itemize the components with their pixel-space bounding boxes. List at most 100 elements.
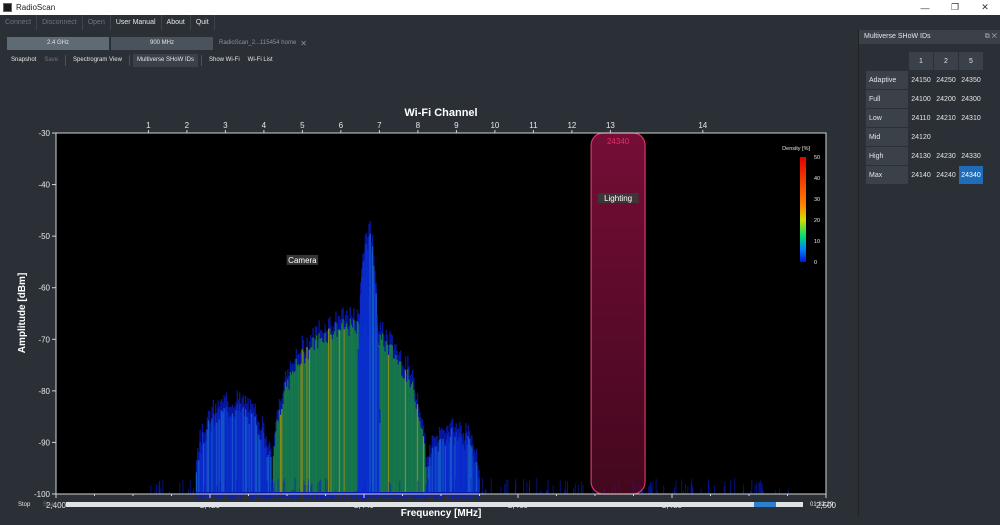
file-tab[interactable]: RadioScan_2...115454 home bbox=[219, 37, 296, 50]
column-header[interactable]: 1 bbox=[909, 52, 933, 70]
minimize-icon[interactable]: — bbox=[910, 0, 940, 15]
colorbar-label: Density [%] bbox=[782, 146, 810, 152]
signal-streak bbox=[280, 414, 282, 492]
spectrum-svg[interactable]: Wi-Fi Channel 24340 -30-40-50-60-70-80-9… bbox=[0, 72, 858, 520]
scan-progress-track[interactable] bbox=[66, 502, 803, 507]
close-icon[interactable]: ✕ bbox=[970, 0, 1000, 15]
signal-streak bbox=[424, 443, 426, 492]
scan-progress-thumb[interactable] bbox=[753, 502, 777, 507]
id-cell[interactable]: 24250 bbox=[934, 71, 958, 89]
menu-connect[interactable]: Connect bbox=[0, 15, 38, 30]
stop-button[interactable]: Stop bbox=[18, 502, 30, 508]
channel-tick-label: 4 bbox=[262, 121, 267, 130]
row-header[interactable]: Adaptive bbox=[866, 71, 908, 89]
column-header[interactable]: 5 bbox=[959, 52, 983, 70]
annotation-camera: Camera bbox=[286, 254, 319, 265]
signal-streak bbox=[284, 381, 287, 492]
menu-open[interactable]: Open bbox=[83, 15, 111, 30]
menu-disconnect[interactable]: Disconnect bbox=[37, 15, 83, 30]
id-cell[interactable]: 24110 bbox=[909, 109, 933, 127]
id-cell[interactable]: 24240 bbox=[934, 166, 958, 184]
noise-speck bbox=[294, 478, 296, 494]
menu-user-manual[interactable]: User Manual bbox=[111, 15, 162, 30]
signal-streak bbox=[319, 338, 321, 492]
maximize-icon[interactable]: ❐ bbox=[940, 0, 970, 15]
signal-streak bbox=[308, 349, 311, 492]
signal-streak bbox=[458, 437, 460, 492]
signal-streak bbox=[391, 345, 393, 492]
scan-button[interactable]: Scan bbox=[43, 502, 57, 508]
toolbar: Snapshot Save Spectrogram View Multivers… bbox=[7, 54, 277, 67]
noise-speck bbox=[324, 478, 326, 494]
id-cell[interactable]: 24120 bbox=[909, 128, 933, 146]
id-cell[interactable]: 24310 bbox=[959, 109, 983, 127]
id-cell[interactable] bbox=[934, 128, 958, 146]
row-header[interactable]: High bbox=[866, 147, 908, 165]
noise-speck bbox=[536, 478, 538, 494]
noise-speck bbox=[490, 478, 492, 494]
id-cell[interactable]: 24150 bbox=[909, 71, 933, 89]
id-cell[interactable]: 24300 bbox=[959, 90, 983, 108]
signal-streak bbox=[292, 371, 294, 492]
wifi-list-button[interactable]: Wi-Fi List bbox=[244, 54, 277, 67]
row-header[interactable]: Mid bbox=[866, 128, 908, 146]
signal-streak bbox=[384, 351, 386, 492]
id-cell[interactable]: 24230 bbox=[934, 147, 958, 165]
id-cell[interactable]: 24130 bbox=[909, 147, 933, 165]
spectrogram-view-button[interactable]: Spectrogram View bbox=[69, 54, 126, 67]
noise-speck bbox=[266, 480, 268, 494]
signal-streak bbox=[364, 244, 367, 492]
undock-icon[interactable]: ⧉ bbox=[985, 33, 990, 40]
signal-streak bbox=[302, 351, 305, 492]
tab-900-mhz[interactable]: 900 MHz bbox=[111, 37, 213, 50]
noise-speck bbox=[364, 482, 366, 494]
signal-streak bbox=[269, 451, 271, 492]
save-button[interactable]: Save bbox=[40, 54, 62, 67]
row-header[interactable]: Full bbox=[866, 90, 908, 108]
snapshot-button[interactable]: Snapshot bbox=[7, 54, 40, 67]
row-header[interactable]: Low bbox=[866, 109, 908, 127]
id-cell[interactable]: 24100 bbox=[909, 90, 933, 108]
row-header[interactable]: Max bbox=[866, 166, 908, 184]
ids-table: 1 2 5 Adaptive 24150 24250 24350 Full 24100 24200… bbox=[865, 51, 984, 185]
signal-streak bbox=[294, 371, 296, 492]
app-logo-icon bbox=[3, 3, 12, 12]
file-close-icon[interactable]: ✕ bbox=[300, 37, 307, 50]
noise-speck bbox=[574, 483, 576, 494]
noise-speck bbox=[292, 490, 294, 494]
menu-about[interactable]: About bbox=[162, 15, 191, 30]
id-cell[interactable] bbox=[959, 128, 983, 146]
signal-streak bbox=[448, 442, 450, 492]
id-cell[interactable]: 24210 bbox=[934, 109, 958, 127]
signal-streak bbox=[431, 447, 433, 492]
noise-speck bbox=[235, 479, 237, 494]
show-wifi-button[interactable]: Show Wi-Fi bbox=[205, 54, 244, 67]
id-cell[interactable]: 24330 bbox=[959, 147, 983, 165]
signal-streak bbox=[415, 408, 417, 492]
panel-close-icon[interactable]: ✕ bbox=[992, 33, 997, 40]
signal-streak bbox=[374, 283, 376, 492]
multiverse-show-ids-button[interactable]: Multiverse SHoW IDs bbox=[132, 54, 198, 67]
id-cell[interactable]: 24340 bbox=[959, 166, 983, 184]
signal-streak bbox=[363, 260, 365, 492]
menu-quit[interactable]: Quit bbox=[191, 15, 215, 30]
signal-streak bbox=[252, 412, 254, 492]
tab-2-4-ghz[interactable]: 2.4 GHz bbox=[7, 37, 109, 50]
id-cell[interactable]: 24350 bbox=[959, 71, 983, 89]
column-header[interactable]: 2 bbox=[934, 52, 958, 70]
signal-streak bbox=[442, 438, 444, 492]
signal-streak bbox=[361, 277, 363, 492]
id-cell[interactable]: 24140 bbox=[909, 166, 933, 184]
signal-streak bbox=[258, 435, 260, 492]
signal-streak bbox=[422, 436, 425, 492]
id-cell[interactable]: 24200 bbox=[934, 90, 958, 108]
spectrum-chart[interactable]: Wi-Fi Channel 24340 -30 -40 -50 -60 -70 -80 -9… bbox=[0, 72, 858, 520]
noise-speck bbox=[580, 481, 582, 494]
signal-streak bbox=[228, 417, 230, 492]
signal-streak bbox=[380, 339, 383, 492]
noise-speck bbox=[232, 490, 234, 494]
noise-speck bbox=[216, 485, 218, 494]
signal-streak bbox=[342, 319, 344, 492]
table-row: Max 24140 24240 24340 bbox=[866, 166, 983, 184]
signal-streak bbox=[249, 408, 252, 492]
